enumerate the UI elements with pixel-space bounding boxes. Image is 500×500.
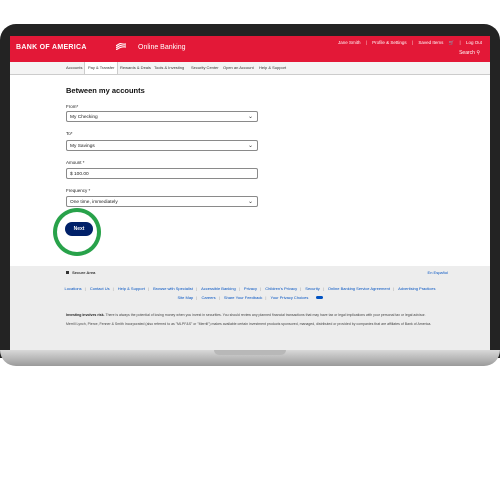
nav-pay-transfer[interactable]: Pay & Transfer bbox=[84, 62, 119, 74]
search-link[interactable]: Search ⚲ bbox=[459, 50, 480, 56]
amount-value: $ 100.00 bbox=[70, 172, 89, 177]
footer-link[interactable]: Contact Us bbox=[90, 286, 110, 291]
frequency-label: Frequency * bbox=[66, 188, 91, 193]
nav-help-support[interactable]: Help & Support bbox=[259, 65, 286, 70]
footer-link[interactable]: Help & Support bbox=[118, 286, 145, 291]
secure-area-label: Secure Area bbox=[72, 270, 96, 275]
footer-links-row1: Locations | Contact Us | Help & Support | B… bbox=[10, 286, 490, 291]
divider: | bbox=[147, 286, 149, 291]
secure-area: Secure Area bbox=[66, 270, 95, 275]
top-header: BANK OF AMERICA Online Banking Jane Smit… bbox=[10, 36, 490, 62]
to-label: To* bbox=[66, 131, 73, 136]
disclaimer-text: Investing involves risk. There is always… bbox=[66, 313, 460, 317]
footer-link[interactable]: Careers bbox=[201, 295, 215, 300]
divider: | bbox=[218, 295, 220, 300]
disclaimer-bold: Investing involves risk. bbox=[66, 313, 105, 317]
divider: | bbox=[84, 286, 86, 291]
footer-link[interactable]: Accessible Banking bbox=[201, 286, 236, 291]
disclaimer-line1: There is always the potential of losing … bbox=[105, 313, 426, 317]
frequency-select[interactable]: One time, immediately ⌄ bbox=[66, 196, 258, 207]
nav-security-center[interactable]: Security Center bbox=[191, 65, 219, 70]
footer-link[interactable]: Site Map bbox=[177, 295, 193, 300]
footer-link[interactable]: Security bbox=[305, 286, 319, 291]
next-button[interactable]: Next bbox=[65, 222, 93, 236]
language-link[interactable]: En Español bbox=[428, 270, 448, 275]
from-value: My Checking bbox=[70, 115, 98, 120]
divider: | bbox=[195, 286, 197, 291]
footer-link[interactable]: Privacy bbox=[244, 286, 257, 291]
amount-label: Amount * bbox=[66, 160, 85, 165]
privacy-choices-icon bbox=[315, 296, 323, 299]
divider: | bbox=[238, 286, 240, 291]
laptop-notch bbox=[214, 350, 286, 355]
to-select[interactable]: My Savings ⌄ bbox=[66, 140, 258, 151]
page-title: Between my accounts bbox=[66, 86, 145, 95]
nav-open-account[interactable]: Open an Account bbox=[223, 65, 254, 70]
saved-items-link[interactable]: Saved Items bbox=[418, 40, 443, 45]
main-nav: Accounts Pay & Transfer Rewards & Deals … bbox=[10, 62, 490, 75]
divider: | bbox=[365, 40, 367, 45]
footer-link[interactable]: Your Privacy Choices bbox=[271, 295, 309, 300]
nav-tools-investing[interactable]: Tools & Investing bbox=[154, 65, 184, 70]
divider: | bbox=[196, 295, 198, 300]
divider: | bbox=[392, 286, 394, 291]
search-icon: ⚲ bbox=[476, 50, 480, 56]
screen: BANK OF AMERICA Online Banking Jane Smit… bbox=[10, 36, 490, 350]
divider: | bbox=[265, 295, 267, 300]
logout-link[interactable]: Log Out bbox=[466, 40, 482, 45]
top-links: Jane Smith | Profile & Settings | Saved … bbox=[334, 40, 482, 46]
from-label: From* bbox=[66, 104, 79, 109]
nav-accounts[interactable]: Accounts bbox=[66, 65, 82, 70]
lock-icon bbox=[66, 271, 69, 274]
bank-logo[interactable]: BANK OF AMERICA bbox=[16, 44, 87, 51]
divider: | bbox=[300, 286, 302, 291]
divider: | bbox=[112, 286, 114, 291]
footer: Secure Area En Español Locations | Contac… bbox=[10, 266, 490, 350]
cart-icon[interactable]: 🛒 bbox=[449, 40, 455, 45]
to-value: My Savings bbox=[70, 144, 95, 149]
profile-settings-link[interactable]: Profile & Settings bbox=[372, 40, 407, 45]
chevron-down-icon: ⌄ bbox=[247, 114, 253, 120]
disclaimer-line2: Merrill Lynch, Pierce, Fenner & Smith In… bbox=[66, 322, 432, 326]
chevron-down-icon: ⌄ bbox=[247, 199, 253, 205]
flag-logo-icon bbox=[116, 43, 126, 50]
footer-link[interactable]: Online Banking Service Agreement bbox=[328, 286, 390, 291]
footer-link[interactable]: Children's Privacy bbox=[265, 286, 297, 291]
divider: | bbox=[459, 40, 461, 45]
from-select[interactable]: My Checking ⌄ bbox=[66, 111, 258, 122]
divider: | bbox=[260, 286, 262, 291]
user-name-link[interactable]: Jane Smith bbox=[338, 40, 361, 45]
footer-link[interactable]: Browse with Specialist bbox=[153, 286, 193, 291]
chevron-down-icon: ⌄ bbox=[247, 143, 253, 149]
app-title: Online Banking bbox=[138, 44, 186, 51]
divider: | bbox=[322, 286, 324, 291]
footer-link[interactable]: Locations bbox=[65, 286, 82, 291]
disclaimer-text-2: Merrill Lynch, Pierce, Fenner & Smith In… bbox=[66, 322, 460, 326]
footer-links-row2: Site Map | Careers | Share Your Feedback | … bbox=[10, 295, 490, 300]
search-label: Search bbox=[459, 50, 475, 56]
nav-rewards-deals[interactable]: Rewards & Deals bbox=[120, 65, 151, 70]
amount-input[interactable]: $ 100.00 bbox=[66, 168, 258, 179]
footer-link[interactable]: Share Your Feedback bbox=[224, 295, 262, 300]
footer-link[interactable]: Advertising Practices bbox=[398, 286, 435, 291]
frequency-value: One time, immediately bbox=[70, 200, 118, 205]
divider: | bbox=[411, 40, 414, 45]
